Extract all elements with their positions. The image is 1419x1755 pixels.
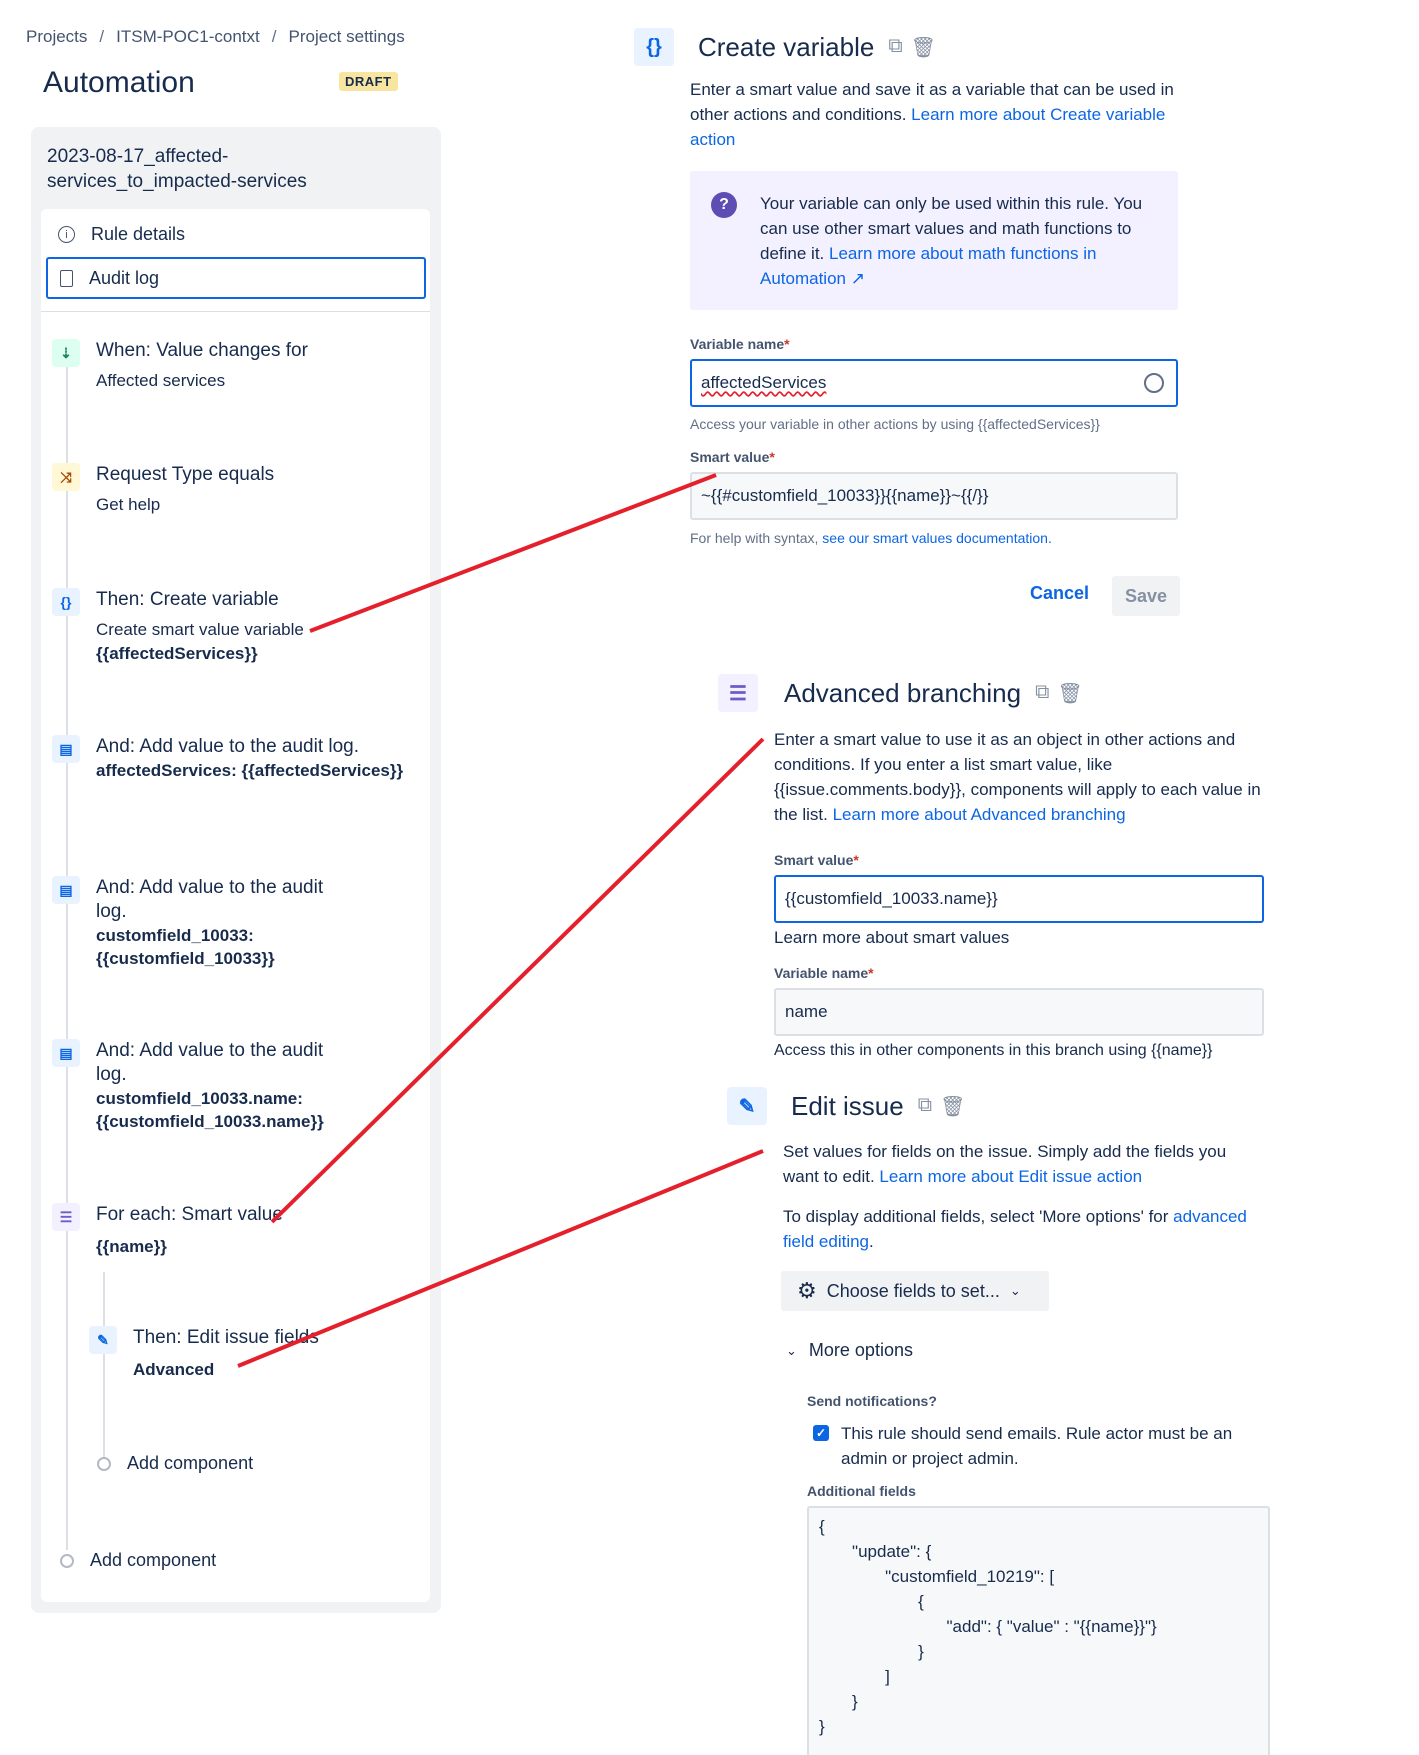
annotation-lines	[237, 473, 765, 1368]
annotation-line	[309, 473, 717, 633]
annotation-line	[237, 1149, 764, 1368]
annotation-line	[270, 737, 765, 1224]
